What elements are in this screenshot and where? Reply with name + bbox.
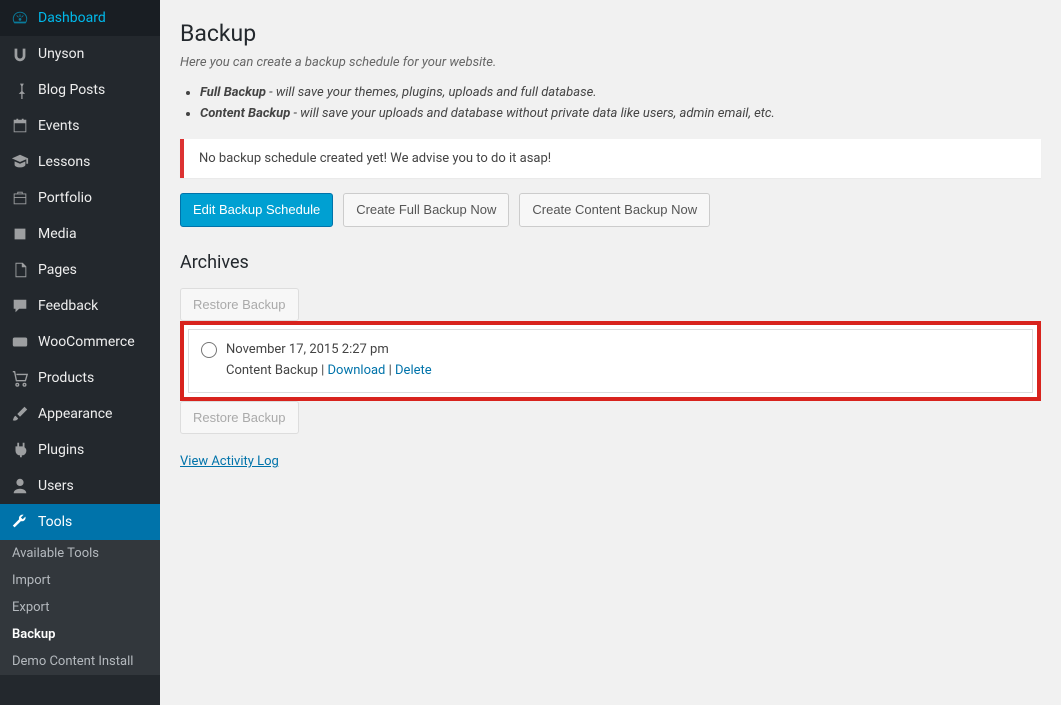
list-item: Full Backup - will save your themes, plu…: [200, 82, 1041, 103]
sidebar-label: Unyson: [38, 46, 84, 62]
sidebar-label: Media: [38, 226, 77, 242]
woocommerce-icon: [10, 332, 30, 352]
sidebar-label: Tools: [38, 514, 72, 530]
sidebar-item-blog-posts[interactable]: Blog Posts: [0, 72, 160, 108]
archives-title: Archives: [180, 252, 1041, 273]
sidebar-item-products[interactable]: Products: [0, 360, 160, 396]
sidebar-label: Users: [38, 478, 74, 494]
delete-link[interactable]: Delete: [395, 363, 432, 378]
sidebar-label: Blog Posts: [38, 82, 105, 98]
page-description: Here you can create a backup schedule fo…: [180, 55, 1041, 70]
edit-backup-schedule-button[interactable]: Edit Backup Schedule: [180, 193, 333, 227]
user-icon: [10, 476, 30, 496]
sidebar-item-dashboard[interactable]: Dashboard: [0, 0, 160, 36]
sidebar-label: WooCommerce: [38, 334, 135, 350]
briefcase-icon: [10, 188, 30, 208]
sidebar-item-events[interactable]: Events: [0, 108, 160, 144]
restore-backup-button-bottom[interactable]: Restore Backup: [180, 401, 299, 435]
sidebar-item-pages[interactable]: Pages: [0, 252, 160, 288]
archive-list: Restore Backup November 17, 2015 2:27 pm…: [180, 288, 1041, 435]
cart-icon: [10, 368, 30, 388]
sidebar-item-woocommerce[interactable]: WooCommerce: [0, 324, 160, 360]
unyson-icon: [10, 44, 30, 64]
submenu-available-tools[interactable]: Available Tools: [0, 540, 160, 567]
sidebar-label: Portfolio: [38, 190, 92, 206]
archive-highlight: November 17, 2015 2:27 pm Content Backup…: [180, 321, 1041, 401]
archive-meta: Content Backup | Download | Delete: [226, 361, 1020, 382]
main-content: Backup Here you can create a backup sche…: [160, 0, 1061, 705]
sidebar-submenu: Available Tools Import Export Backup Dem…: [0, 540, 160, 675]
plug-icon: [10, 440, 30, 460]
restore-backup-button-top[interactable]: Restore Backup: [180, 288, 299, 322]
dashboard-icon: [10, 8, 30, 28]
page-title: Backup: [180, 20, 1041, 47]
download-link[interactable]: Download: [328, 363, 386, 378]
create-content-backup-button[interactable]: Create Content Backup Now: [519, 193, 710, 227]
list-item: Content Backup - will save your uploads …: [200, 103, 1041, 124]
submenu-demo-content[interactable]: Demo Content Install: [0, 648, 160, 675]
pin-icon: [10, 80, 30, 100]
admin-sidebar: Dashboard Unyson Blog Posts Events Lesso…: [0, 0, 160, 705]
sidebar-label: Events: [38, 118, 79, 134]
backup-type-list: Full Backup - will save your themes, plu…: [200, 82, 1041, 124]
sidebar-item-tools[interactable]: Tools: [0, 504, 160, 540]
archive-type: Content Backup: [226, 363, 318, 378]
archive-row: November 17, 2015 2:27 pm Content Backup…: [189, 330, 1032, 392]
submenu-export[interactable]: Export: [0, 594, 160, 621]
sidebar-item-appearance[interactable]: Appearance: [0, 396, 160, 432]
brush-icon: [10, 404, 30, 424]
sidebar-label: Plugins: [38, 442, 84, 458]
sidebar-label: Lessons: [38, 154, 90, 170]
action-bar: Edit Backup Schedule Create Full Backup …: [180, 193, 1041, 227]
sidebar-item-feedback[interactable]: Feedback: [0, 288, 160, 324]
warning-notice: No backup schedule created yet! We advis…: [180, 139, 1041, 178]
create-full-backup-button[interactable]: Create Full Backup Now: [343, 193, 509, 227]
sidebar-label: Appearance: [38, 406, 112, 422]
sidebar-label: Products: [38, 370, 94, 386]
sidebar-label: Feedback: [38, 298, 98, 314]
sidebar-item-lessons[interactable]: Lessons: [0, 144, 160, 180]
submenu-backup[interactable]: Backup: [0, 621, 160, 648]
pages-icon: [10, 260, 30, 280]
submenu-import[interactable]: Import: [0, 567, 160, 594]
archive-date: November 17, 2015 2:27 pm: [226, 340, 1020, 361]
graduation-icon: [10, 152, 30, 172]
sidebar-item-users[interactable]: Users: [0, 468, 160, 504]
calendar-icon: [10, 116, 30, 136]
sidebar-item-media[interactable]: Media: [0, 216, 160, 252]
media-icon: [10, 224, 30, 244]
view-log-row: View Activity Log: [180, 454, 1041, 469]
archive-select-radio[interactable]: [201, 342, 217, 358]
comment-icon: [10, 296, 30, 316]
sidebar-item-unyson[interactable]: Unyson: [0, 36, 160, 72]
sidebar-label: Pages: [38, 262, 77, 278]
view-activity-log-link[interactable]: View Activity Log: [180, 454, 279, 469]
sidebar-item-plugins[interactable]: Plugins: [0, 432, 160, 468]
sidebar-item-portfolio[interactable]: Portfolio: [0, 180, 160, 216]
sidebar-label: Dashboard: [38, 10, 106, 26]
wrench-icon: [10, 512, 30, 532]
